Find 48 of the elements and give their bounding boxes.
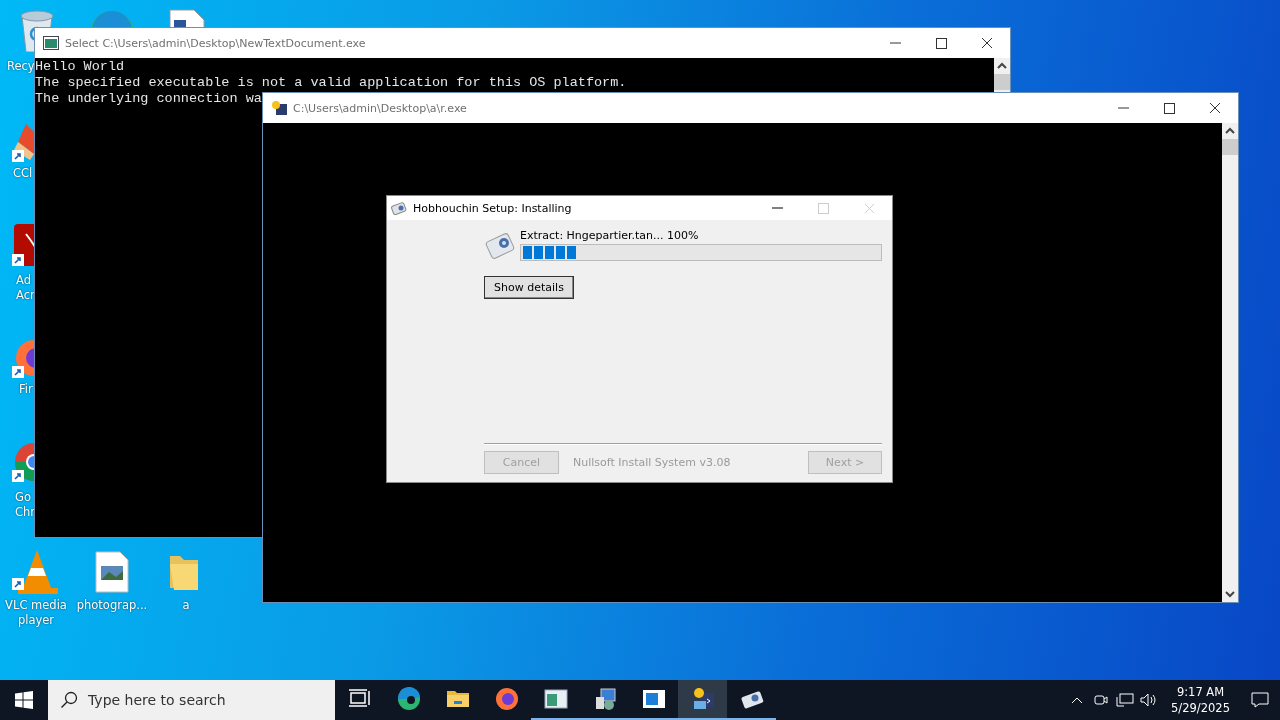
icon-label[interactable]: a	[150, 598, 222, 613]
close-icon[interactable]	[981, 37, 993, 49]
clock-date: 5/29/2025	[1171, 700, 1230, 716]
chevron-up-icon[interactable]	[1071, 696, 1084, 704]
search-field[interactable]: Type here to search	[48, 680, 335, 720]
window-title: Select C:\Users\admin\Desktop\NewTextDocument.exe	[65, 36, 367, 50]
document-icon[interactable]	[166, 8, 206, 27]
minimize-icon[interactable]	[1117, 107, 1129, 109]
icon-label[interactable]: Fir	[19, 382, 33, 397]
camera-icon[interactable]	[1094, 693, 1109, 707]
search-icon	[60, 691, 78, 709]
console-line: The underlying connection wa	[35, 91, 263, 107]
close-icon[interactable]	[1209, 102, 1221, 114]
icon-label[interactable]: Recy	[7, 59, 35, 74]
console-line: Hello World	[35, 59, 126, 75]
icon-label[interactable]: Ad Acr	[16, 273, 35, 303]
icon-label[interactable]: CCl	[13, 166, 33, 181]
progress-status: Extract: Hngepartier.tan... 100%	[520, 229, 700, 242]
icon-label[interactable]: photograp...	[72, 598, 152, 613]
window-icon	[543, 687, 568, 711]
pdf-reader-icon[interactable]	[12, 224, 34, 268]
firefox-icon	[494, 687, 519, 711]
branding-text: Nullsoft Install System v3.08	[573, 456, 732, 469]
clock[interactable]: 9:17 AM 5/29/2025	[1161, 684, 1240, 716]
icon-label[interactable]: VLC media player	[0, 598, 72, 628]
console-line: The specified executable is not a valid application for this OS platform.	[35, 75, 628, 91]
speaker-icon[interactable]	[1140, 693, 1159, 707]
notification-icon[interactable]	[1251, 692, 1269, 708]
network-icon[interactable]	[1116, 693, 1135, 707]
edge-icon	[396, 687, 421, 711]
clock-time: 9:17 AM	[1176, 684, 1225, 700]
maximize-icon[interactable]	[935, 37, 947, 49]
camera-icon	[391, 200, 407, 216]
minimize-icon[interactable]	[889, 42, 901, 44]
console-icon	[43, 36, 59, 50]
maximize-icon[interactable]	[1163, 102, 1175, 114]
scroll-thumb[interactable]	[1222, 139, 1238, 155]
show-details-button[interactable]: Show details	[484, 276, 574, 299]
window-icon	[641, 687, 666, 711]
console-app-icon	[271, 100, 287, 116]
taskbar-button[interactable]	[678, 680, 727, 720]
window-title: C:\Users\admin\Desktop\a\r.exe	[293, 101, 468, 115]
dialog-title: Hobhouchin Setup: Installing	[413, 201, 573, 215]
icon-label[interactable]: Go Chr	[15, 490, 36, 520]
image-file-icon[interactable]	[94, 550, 130, 594]
scroll-thumb[interactable]	[994, 74, 1010, 90]
minimize-icon[interactable]	[771, 207, 783, 209]
windows-logo-icon	[15, 691, 33, 709]
